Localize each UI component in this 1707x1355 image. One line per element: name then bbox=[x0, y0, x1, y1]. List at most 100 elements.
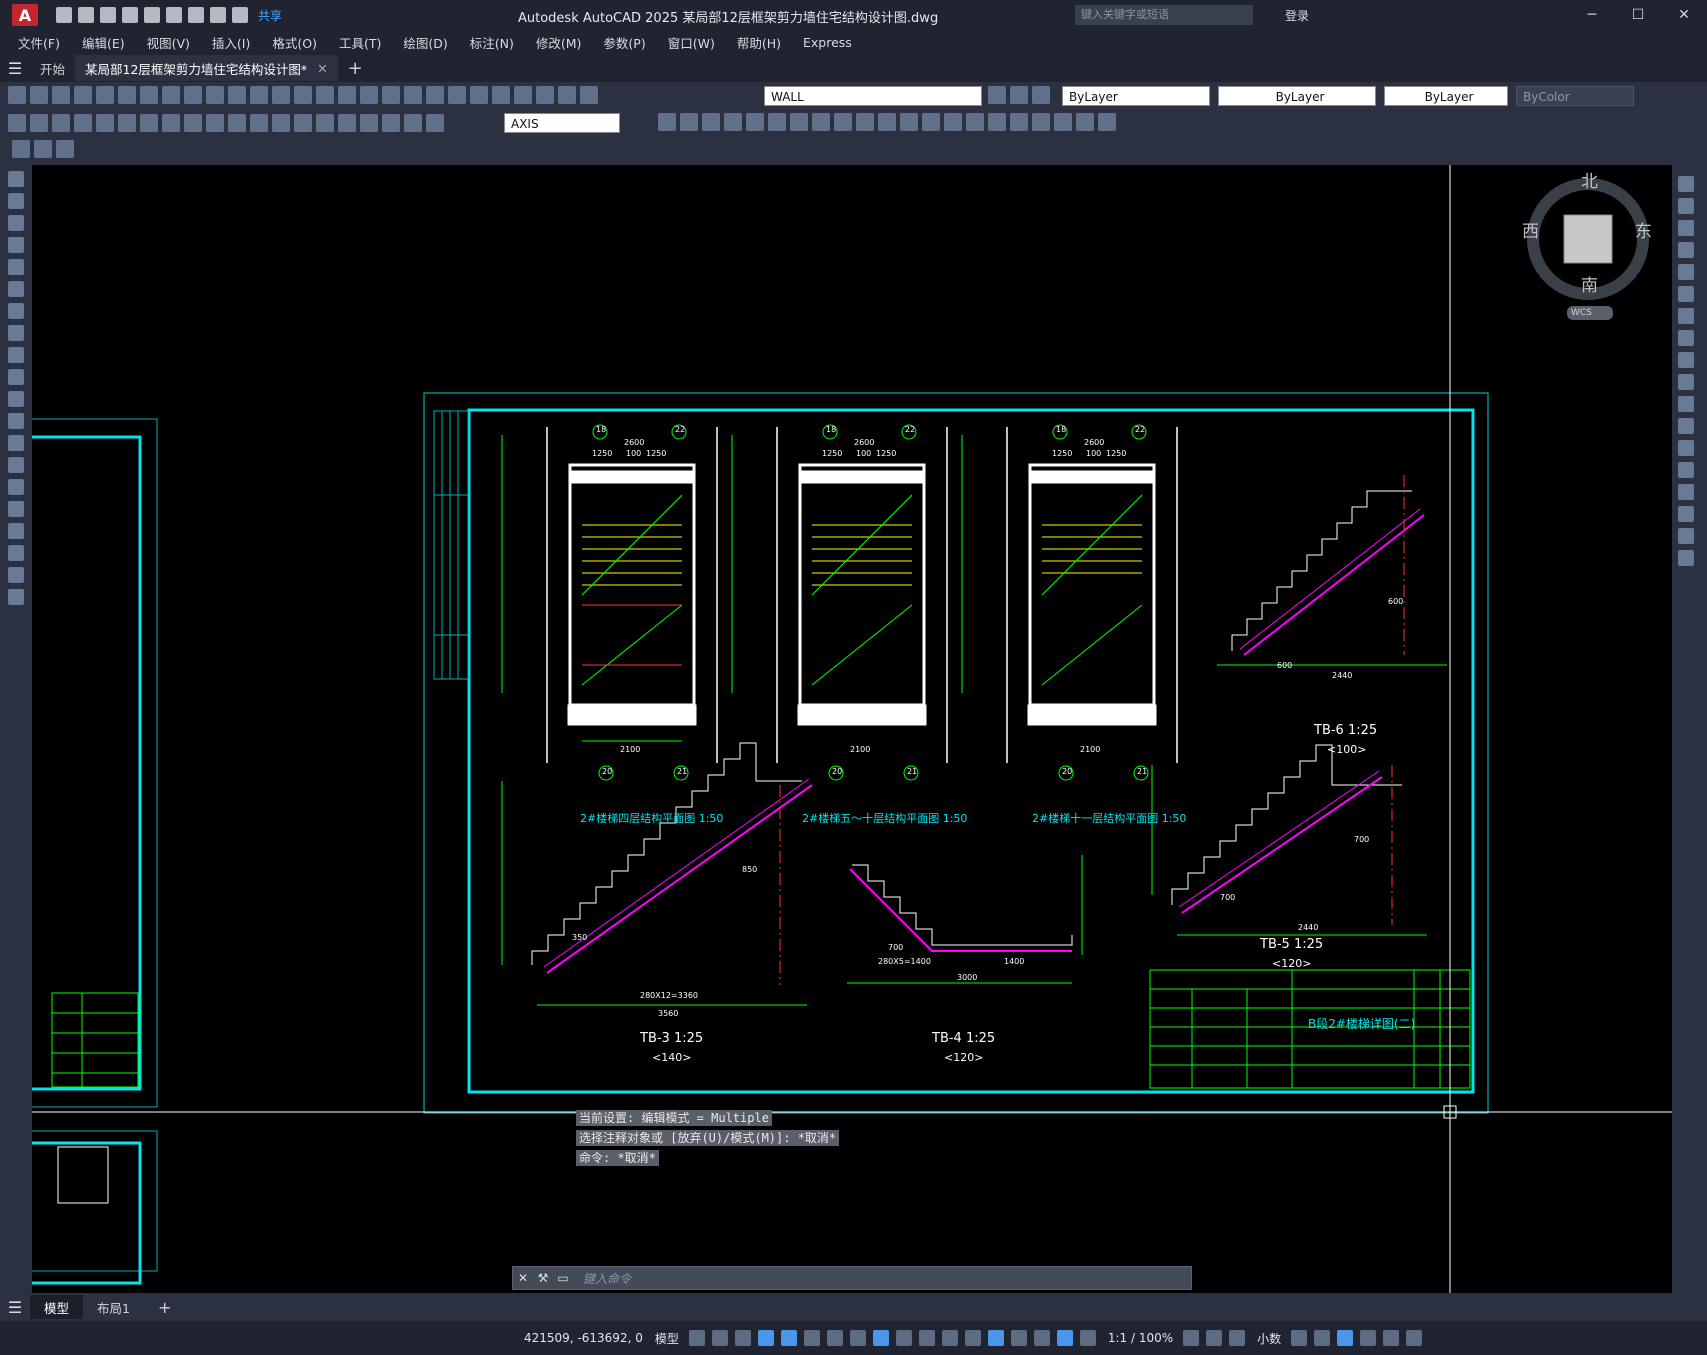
isodraft-icon[interactable] bbox=[826, 1330, 843, 1346]
transparency-icon[interactable] bbox=[918, 1330, 935, 1346]
gradient-icon[interactable] bbox=[8, 501, 24, 517]
new-icon[interactable] bbox=[56, 7, 72, 23]
block-editor-icon[interactable] bbox=[12, 140, 30, 158]
object-snap-icon[interactable] bbox=[872, 1330, 889, 1346]
minimize-icon[interactable]: ─ bbox=[1569, 0, 1615, 30]
zoom-realtime-icon[interactable] bbox=[316, 86, 334, 104]
lineweight-icon[interactable] bbox=[895, 1330, 912, 1346]
subtract-icon[interactable] bbox=[680, 113, 698, 131]
layer-walk-icon[interactable] bbox=[56, 140, 74, 158]
selection-filter-icon[interactable] bbox=[1010, 1330, 1027, 1346]
dim-space-icon[interactable] bbox=[250, 114, 268, 132]
annotation-visibility-icon[interactable] bbox=[1056, 1330, 1073, 1346]
dim-edit-icon[interactable] bbox=[382, 114, 400, 132]
extrude-face-icon[interactable] bbox=[724, 113, 742, 131]
erase-icon[interactable] bbox=[1678, 176, 1694, 192]
explode-icon[interactable] bbox=[1678, 550, 1694, 566]
dim-baseline-icon[interactable] bbox=[206, 114, 224, 132]
menu-tools[interactable]: 工具(T) bbox=[339, 33, 381, 52]
open-icon[interactable] bbox=[78, 7, 94, 23]
tool-palette-icon[interactable] bbox=[426, 86, 444, 104]
make-current-icon[interactable] bbox=[988, 86, 1006, 104]
clean-icon[interactable] bbox=[922, 113, 940, 131]
polyline-icon[interactable] bbox=[8, 215, 24, 231]
properties-icon[interactable] bbox=[382, 86, 400, 104]
rotate-icon[interactable] bbox=[1678, 308, 1694, 324]
menu-view[interactable]: 视图(V) bbox=[147, 33, 190, 52]
command-close-icon[interactable]: ✕ bbox=[513, 1271, 533, 1285]
ellipse-icon[interactable] bbox=[8, 369, 24, 385]
maximize-icon[interactable]: ☐ bbox=[1615, 0, 1661, 30]
annotation-monitor-icon[interactable] bbox=[1206, 1330, 1223, 1346]
snap-icon[interactable] bbox=[711, 1330, 728, 1346]
mirror-icon[interactable] bbox=[1678, 220, 1694, 236]
ortho-icon[interactable] bbox=[780, 1330, 797, 1346]
make-block-icon[interactable] bbox=[8, 435, 24, 451]
plot-icon[interactable] bbox=[188, 7, 204, 23]
cut-icon[interactable] bbox=[162, 86, 180, 104]
polygon-icon[interactable] bbox=[8, 237, 24, 253]
menu-file[interactable]: 文件(F) bbox=[18, 33, 60, 52]
copy-edges-icon[interactable] bbox=[1010, 113, 1028, 131]
units-display[interactable]: 小数 bbox=[1257, 1330, 1281, 1347]
slice-icon[interactable] bbox=[1054, 113, 1072, 131]
chamfer-icon[interactable] bbox=[1678, 484, 1694, 500]
publish-icon[interactable] bbox=[166, 7, 182, 23]
viewcube-east[interactable]: 东 bbox=[1635, 217, 1652, 242]
lineweight-combo[interactable]: ByLayer bbox=[1384, 86, 1508, 106]
command-settings-icon[interactable]: ⚒ bbox=[533, 1271, 553, 1285]
model-space-button[interactable]: 模型 bbox=[655, 1330, 679, 1347]
3d-osnap-icon[interactable] bbox=[964, 1330, 981, 1346]
drawing-canvas[interactable]: 2#楼梯四层结构平面图 1:50 2#楼梯五～十层结构平面图 1:50 2#楼梯… bbox=[32, 165, 1672, 1293]
open-icon[interactable] bbox=[30, 86, 48, 104]
menu-insert[interactable]: 插入(I) bbox=[212, 33, 250, 52]
layer-previous-icon[interactable] bbox=[1010, 86, 1028, 104]
infer-constraints-icon[interactable] bbox=[734, 1330, 751, 1346]
layer-states-icon[interactable] bbox=[1032, 86, 1050, 104]
mtext-icon[interactable] bbox=[8, 567, 24, 583]
copy-object-icon[interactable] bbox=[1678, 198, 1694, 214]
menu-window[interactable]: 窗口(W) bbox=[668, 33, 715, 52]
stretch-icon[interactable] bbox=[1678, 352, 1694, 368]
ellipse-arc-icon[interactable] bbox=[8, 391, 24, 407]
move-face-icon[interactable] bbox=[746, 113, 764, 131]
match-icon[interactable] bbox=[228, 86, 246, 104]
tab-model[interactable]: 模型 bbox=[30, 1295, 84, 1319]
help-icon[interactable] bbox=[492, 86, 510, 104]
bulb-icon[interactable] bbox=[536, 86, 554, 104]
zoom-window-icon[interactable] bbox=[338, 86, 356, 104]
break-at-point-icon[interactable] bbox=[1678, 418, 1694, 434]
table-icon[interactable] bbox=[8, 545, 24, 561]
point-icon[interactable] bbox=[8, 457, 24, 473]
insert-block-icon[interactable] bbox=[8, 413, 24, 429]
add-selected-icon[interactable] bbox=[8, 589, 24, 605]
dim-arc-icon[interactable] bbox=[52, 114, 70, 132]
3d-print-icon[interactable] bbox=[140, 86, 158, 104]
new-icon[interactable] bbox=[8, 86, 26, 104]
center-mark-icon[interactable] bbox=[316, 114, 334, 132]
menu-edit[interactable]: 编辑(E) bbox=[82, 33, 125, 52]
dim-text-edit-icon[interactable] bbox=[404, 114, 422, 132]
layer-manager-icon[interactable] bbox=[514, 86, 532, 104]
help-search-input[interactable]: 键入关键字或短语 bbox=[1075, 5, 1253, 25]
clean-screen-icon[interactable] bbox=[1383, 1330, 1400, 1346]
redo-icon[interactable] bbox=[272, 86, 290, 104]
dim-radius-icon[interactable] bbox=[96, 114, 114, 132]
line-icon[interactable] bbox=[8, 171, 24, 187]
polar-icon[interactable] bbox=[803, 1330, 820, 1346]
viewcube-west[interactable]: 西 bbox=[1522, 217, 1539, 242]
add-layout-icon[interactable]: + bbox=[144, 1295, 185, 1319]
new-tab-icon[interactable]: + bbox=[338, 55, 373, 81]
check-icon[interactable] bbox=[988, 113, 1006, 131]
save-as-icon[interactable] bbox=[122, 7, 138, 23]
extend-icon[interactable] bbox=[1678, 396, 1694, 412]
dim-continue-icon[interactable] bbox=[228, 114, 246, 132]
copy-face-icon[interactable] bbox=[856, 113, 874, 131]
gizmo-icon[interactable] bbox=[1033, 1330, 1050, 1346]
hatch-icon[interactable] bbox=[8, 479, 24, 495]
command-recent-icon[interactable]: ▭ bbox=[553, 1271, 573, 1285]
lock-ui-icon[interactable] bbox=[1314, 1330, 1331, 1346]
redo-icon[interactable] bbox=[232, 7, 248, 23]
jogged-linear-icon[interactable] bbox=[360, 114, 378, 132]
shell-icon[interactable] bbox=[966, 113, 984, 131]
